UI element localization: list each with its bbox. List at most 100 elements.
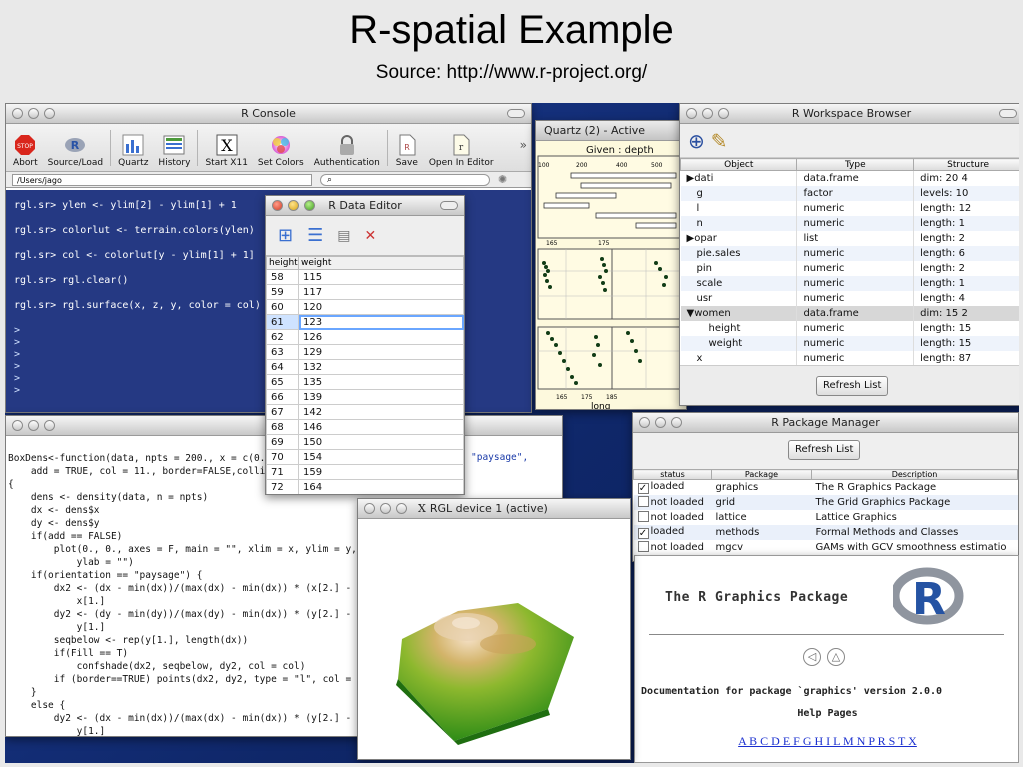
add-column-icon[interactable]: ⊞	[278, 225, 293, 246]
svg-text:STOP: STOP	[17, 143, 33, 150]
close-icon[interactable]	[272, 200, 283, 211]
zoom-icon[interactable]	[718, 108, 729, 119]
table-row[interactable]: height numeric length: 15	[680, 320, 1019, 336]
table-row[interactable]: pie.sales numeric length: 6	[680, 245, 1019, 261]
column-header-height[interactable]: height	[266, 256, 299, 270]
package-checkbox[interactable]: ✓	[637, 482, 649, 494]
column-header-weight[interactable]: weight	[298, 256, 464, 270]
table-row[interactable]: weight numeric length: 15	[680, 335, 1019, 351]
working-directory-field[interactable]: /Users/jago	[12, 173, 312, 186]
minimize-icon[interactable]	[288, 200, 299, 211]
quartz-button[interactable]: Quartz	[115, 134, 151, 168]
workspace-title: R Workspace Browser	[791, 107, 912, 120]
table-row[interactable]: scale numeric length: 1	[680, 275, 1019, 291]
table-row[interactable]: 70 154	[266, 449, 464, 465]
table-row[interactable]: not loaded mgcv GAMs with GCV smoothness e…	[634, 540, 1018, 555]
toolbar-toggle-icon[interactable]	[999, 109, 1017, 118]
table-row[interactable]: 61 123	[266, 314, 464, 330]
zoom-icon[interactable]	[304, 200, 315, 211]
table-row[interactable]: pin numeric length: 2	[680, 260, 1019, 276]
add-row-icon[interactable]: ☰	[307, 225, 323, 246]
table-row[interactable]: 58 115	[266, 269, 464, 285]
minimize-icon[interactable]	[28, 420, 39, 431]
table-row[interactable]: not loaded grid The Grid Graphics Package	[633, 494, 1018, 510]
refresh-list-button[interactable]: Refresh List	[816, 376, 889, 396]
package-checkbox[interactable]	[637, 541, 649, 552]
table-row[interactable]: 64 132	[266, 359, 464, 375]
remove-variable-icon[interactable]: ✕	[364, 228, 376, 244]
set-colors-button[interactable]: Set Colors	[255, 134, 307, 168]
zoom-in-icon[interactable]: ⊕	[688, 129, 705, 153]
broom-icon[interactable]: ✎	[711, 129, 728, 153]
column-header-object[interactable]: Object	[680, 158, 798, 171]
close-icon[interactable]	[686, 108, 697, 119]
new-variable-icon[interactable]: ▤	[337, 228, 350, 244]
history-button[interactable]: History	[155, 134, 193, 168]
column-header-package[interactable]: Package	[711, 469, 812, 480]
zoom-icon[interactable]	[671, 417, 682, 428]
toolbar-toggle-icon[interactable]	[507, 109, 525, 118]
minimize-icon[interactable]	[702, 108, 713, 119]
up-arrow-icon[interactable]: △	[827, 648, 845, 666]
zoom-icon[interactable]	[396, 503, 407, 514]
data-editor-titlebar[interactable]: R Data Editor	[266, 196, 464, 216]
minimize-icon[interactable]	[380, 503, 391, 514]
table-row[interactable]: 60 120	[266, 299, 464, 315]
toolbar-overflow-icon[interactable]: »	[520, 138, 527, 152]
table-row[interactable]: not loaded lattice Lattice Graphics	[634, 510, 1018, 525]
table-row[interactable]: ✓ loaded methods Formal Methods and Classes	[633, 524, 1018, 540]
back-arrow-icon[interactable]: ◁	[803, 648, 821, 666]
column-header-description[interactable]: Description	[811, 469, 1018, 480]
column-header-type[interactable]: Type	[796, 158, 915, 171]
close-icon[interactable]	[364, 503, 375, 514]
quartz-titlebar[interactable]: Quartz (2) - Active	[536, 121, 686, 141]
table-row[interactable]: 69 150	[266, 434, 464, 450]
table-row[interactable]: ▶dati data.frame dim: 20 4	[680, 170, 1019, 186]
close-icon[interactable]	[12, 420, 23, 431]
abort-button[interactable]: STOP Abort	[10, 134, 41, 168]
column-header-structure[interactable]: Structure	[913, 158, 1019, 171]
table-row[interactable]: 59 117	[266, 284, 464, 300]
package-checkbox[interactable]	[637, 496, 649, 507]
table-row[interactable]: 65 135	[266, 374, 464, 390]
minimize-icon[interactable]	[655, 417, 666, 428]
zoom-icon[interactable]	[44, 108, 55, 119]
table-row[interactable]: usr numeric length: 4	[680, 290, 1019, 306]
table-row[interactable]: 66 139	[266, 389, 464, 405]
help-search-input[interactable]: ⌕	[320, 173, 490, 186]
toolbar-toggle-icon[interactable]	[440, 201, 458, 210]
console-titlebar[interactable]: R Console	[6, 104, 531, 124]
source-load-button[interactable]: R Source/Load	[45, 134, 107, 168]
column-header-status[interactable]: status	[633, 469, 712, 480]
table-row[interactable]: 72 164	[266, 479, 464, 494]
table-row[interactable]: 63 129	[266, 344, 464, 360]
table-row[interactable]: n numeric length: 1	[680, 215, 1019, 231]
editing-cell[interactable]: 123	[298, 314, 464, 330]
workspace-titlebar[interactable]: R Workspace Browser	[680, 104, 1019, 124]
rgl-titlebar[interactable]: X RGL device 1 (active)	[358, 499, 630, 519]
help-index-letters[interactable]: A B C D E F G H I L M N P R S T X	[635, 734, 1018, 749]
table-row[interactable]: 67 142	[266, 404, 464, 420]
minimize-icon[interactable]	[28, 108, 39, 119]
package-checkbox[interactable]: ✓	[637, 527, 649, 539]
authentication-button[interactable]: Authentication	[311, 134, 383, 168]
package-manager-titlebar[interactable]: R Package Manager	[633, 413, 1018, 433]
rgl-device-window: X RGL device 1 (active)	[357, 498, 631, 760]
table-row[interactable]: ✓ loaded graphics The R Graphics Package	[634, 480, 1018, 495]
close-icon[interactable]	[639, 417, 650, 428]
open-in-editor-button[interactable]: r Open In Editor	[426, 134, 497, 168]
table-row[interactable]: ▼women data.frame dim: 15 2	[680, 305, 1019, 321]
zoom-icon[interactable]	[44, 420, 55, 431]
close-icon[interactable]	[12, 108, 23, 119]
table-row[interactable]: 71 159	[266, 464, 464, 480]
table-row[interactable]: 62 126	[266, 329, 464, 345]
refresh-list-button[interactable]: Refresh List	[788, 440, 861, 460]
save-button[interactable]: R Save	[392, 134, 422, 168]
table-row[interactable]: ▶opar list length: 2	[680, 230, 1019, 246]
start-x11-button[interactable]: X Start X11	[202, 134, 250, 168]
table-row[interactable]: x numeric length: 87	[680, 350, 1019, 366]
table-row[interactable]: 68 146	[266, 419, 464, 435]
table-row[interactable]: l numeric length: 12	[680, 200, 1019, 216]
package-checkbox[interactable]	[637, 511, 649, 522]
table-row[interactable]: g factor levels: 10	[680, 185, 1019, 201]
